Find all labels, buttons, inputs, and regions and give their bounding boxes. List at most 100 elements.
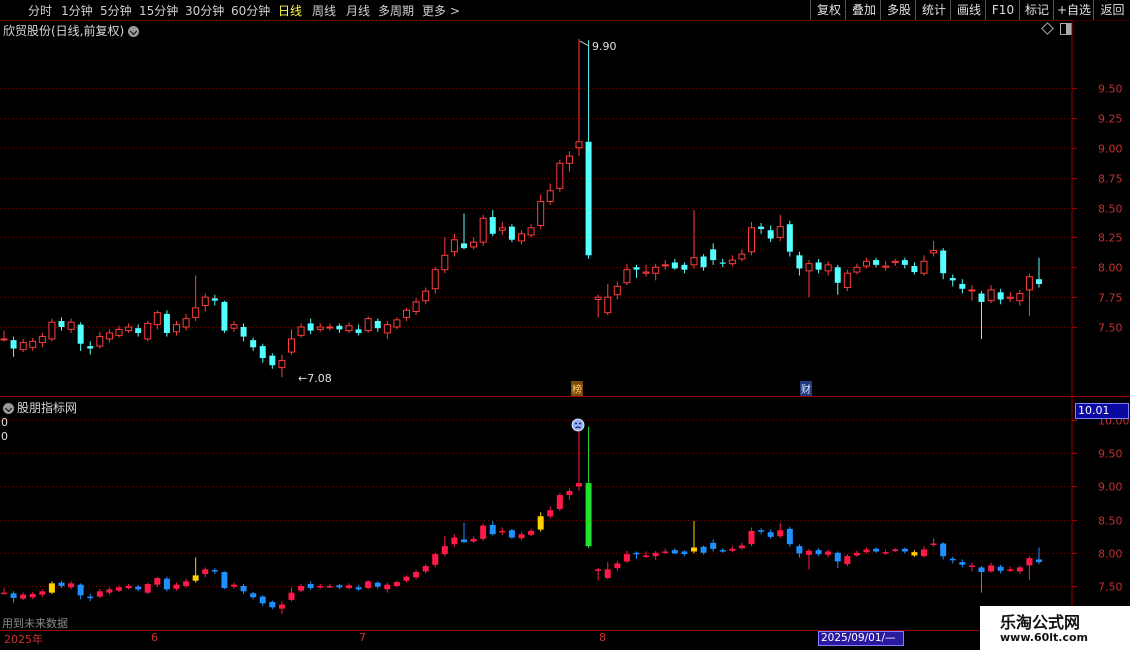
indicator-bar[interactable] <box>10 591 17 603</box>
candle[interactable] <box>393 317 401 330</box>
indicator-bar[interactable] <box>834 551 841 569</box>
candle[interactable] <box>278 354 286 378</box>
indicator-bar[interactable] <box>566 488 573 500</box>
candle[interactable] <box>87 341 94 355</box>
indicator-bar[interactable] <box>921 546 927 558</box>
indicator-bar[interactable] <box>767 529 774 539</box>
candle[interactable] <box>182 313 190 331</box>
indicator-bar[interactable] <box>374 581 381 589</box>
candle[interactable] <box>901 257 908 269</box>
indicator-bar[interactable] <box>451 534 458 547</box>
candle[interactable] <box>652 263 660 281</box>
indicator-bar[interactable] <box>240 584 247 594</box>
candle[interactable] <box>431 267 439 294</box>
indicator-bar[interactable] <box>988 562 995 573</box>
candle[interactable] <box>949 274 956 287</box>
indicator-bar[interactable] <box>901 547 908 554</box>
candle[interactable] <box>163 310 170 337</box>
candle[interactable] <box>671 258 678 270</box>
indicator-bar[interactable] <box>1016 565 1023 575</box>
candle[interactable] <box>1025 273 1033 317</box>
indicator-bar[interactable] <box>87 593 94 602</box>
candle[interactable] <box>719 258 726 268</box>
indicator-bar[interactable] <box>29 591 36 600</box>
candle[interactable] <box>575 39 583 157</box>
indicator-bar[interactable] <box>968 562 975 572</box>
indicator-bar[interactable] <box>173 582 180 591</box>
candle[interactable] <box>987 285 995 304</box>
kline-chart[interactable]: 9.50 9.25 9.00 8.75 8.50 8.25 8.00 7.75 7.50 10.0… <box>0 0 1130 650</box>
indicator-bar[interactable] <box>336 584 343 590</box>
indicator-bar[interactable] <box>547 506 554 519</box>
indicator-bar[interactable] <box>413 570 420 580</box>
candle[interactable] <box>412 298 420 316</box>
indicator-bar[interactable] <box>221 571 228 590</box>
candle[interactable] <box>661 260 669 270</box>
candle[interactable] <box>681 262 688 274</box>
indicator-bar[interactable] <box>96 588 103 598</box>
candle[interactable] <box>1006 292 1014 302</box>
candle[interactable] <box>959 279 966 294</box>
candle[interactable] <box>230 321 238 332</box>
indicator-bar[interactable] <box>211 568 218 575</box>
candle[interactable] <box>461 213 467 250</box>
candle[interactable] <box>633 264 640 279</box>
indicator-bar[interactable] <box>576 425 582 492</box>
candle[interactable] <box>470 237 478 250</box>
indicator-bar[interactable] <box>853 550 860 557</box>
candle[interactable] <box>1036 257 1042 288</box>
indicator-bar[interactable] <box>68 581 75 590</box>
indicator-bar[interactable] <box>489 520 496 536</box>
candle[interactable] <box>67 318 75 333</box>
indicator-bar[interactable] <box>144 582 151 594</box>
indicator-bar[interactable] <box>480 523 487 541</box>
indicator-bar[interactable] <box>528 528 535 537</box>
candle[interactable] <box>19 338 27 353</box>
candle[interactable] <box>805 260 813 298</box>
indicator-bar[interactable] <box>163 576 170 592</box>
indicator-bar[interactable] <box>825 549 832 558</box>
indicator-bar[interactable] <box>959 559 966 568</box>
indicator-bar[interactable] <box>77 583 84 600</box>
indicator-bar[interactable] <box>508 528 515 539</box>
indicator-bar[interactable] <box>461 522 467 543</box>
candle[interactable] <box>891 258 899 267</box>
candle[interactable] <box>834 264 841 295</box>
candle[interactable] <box>968 285 976 301</box>
indicator-bar[interactable] <box>1007 566 1014 573</box>
indicator-bar[interactable] <box>700 545 707 555</box>
candle[interactable] <box>250 337 257 351</box>
candle[interactable] <box>403 307 410 322</box>
candle[interactable] <box>96 331 104 349</box>
indicator-bar[interactable] <box>259 595 266 606</box>
candle[interactable] <box>786 220 793 257</box>
candle[interactable] <box>240 323 247 342</box>
indicator-bar[interactable] <box>786 526 793 547</box>
indicator-bar[interactable] <box>499 527 506 535</box>
indicator-bar[interactable] <box>623 550 630 563</box>
candle[interactable] <box>863 257 870 269</box>
indicator-bar[interactable] <box>806 548 812 570</box>
indicator-bar[interactable] <box>307 581 314 590</box>
candle[interactable] <box>585 40 592 259</box>
candle[interactable] <box>153 310 161 330</box>
candle[interactable] <box>710 243 717 265</box>
indicator-bar[interactable] <box>997 564 1004 574</box>
candle[interactable] <box>383 321 391 339</box>
candle[interactable] <box>498 221 506 235</box>
indicator-bar[interactable] <box>403 575 410 583</box>
candle[interactable] <box>700 254 707 271</box>
indicator-bar[interactable] <box>614 560 621 571</box>
indicator-bar[interactable] <box>537 512 544 532</box>
candle[interactable] <box>796 251 803 276</box>
candle[interactable] <box>29 337 37 351</box>
indicator-bar[interactable] <box>326 584 333 588</box>
candle[interactable] <box>882 261 890 271</box>
candle[interactable] <box>259 343 266 363</box>
candle[interactable] <box>441 237 449 274</box>
candle[interactable] <box>374 318 381 332</box>
indicator-bar[interactable] <box>154 576 161 588</box>
candle[interactable] <box>38 332 46 348</box>
indicator-bar[interactable] <box>940 542 947 560</box>
indicator-bar[interactable] <box>662 548 669 555</box>
